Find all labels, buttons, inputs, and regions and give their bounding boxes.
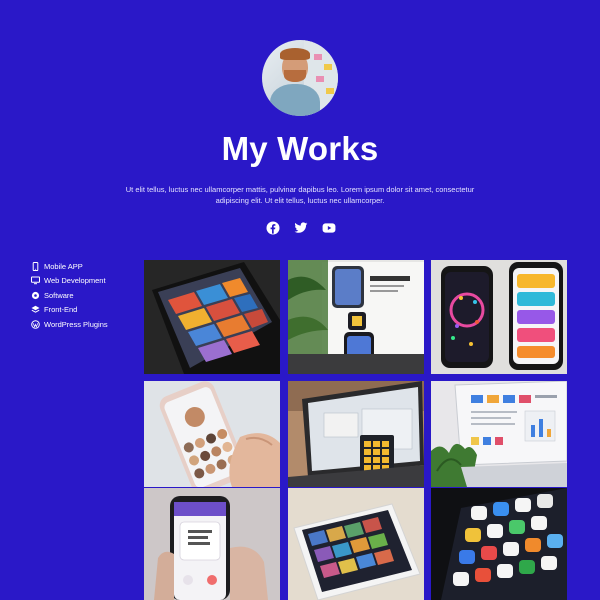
category-label: Mobile APP [44,261,83,271]
category-web-development[interactable]: Web Development [31,274,141,289]
category-filter-list: Mobile APP Web Development Software Fron… [31,259,141,332]
category-label: Web Development [44,276,106,286]
category-software[interactable]: Software [31,288,141,303]
portfolio-item[interactable] [144,381,280,487]
twitter-icon[interactable] [294,221,308,235]
portfolio-item[interactable] [144,260,280,374]
portfolio-item[interactable] [431,488,567,600]
layers-icon [31,305,40,314]
category-label: Front-End [44,305,78,315]
portfolio-item[interactable] [288,260,424,374]
category-label: Software [44,290,74,300]
category-label: WordPress Plugins [44,319,108,329]
category-wordpress-plugins[interactable]: WordPress Plugins [31,317,141,332]
portfolio-grid [144,260,567,600]
portfolio-item[interactable] [144,488,280,600]
portfolio-item[interactable] [431,381,567,487]
portfolio-item[interactable] [288,488,424,600]
social-links [266,221,336,235]
youtube-icon[interactable] [322,221,336,235]
profile-avatar [262,40,338,116]
monitor-icon [31,276,40,285]
category-mobile-app[interactable]: Mobile APP [31,259,141,274]
wordpress-icon [31,319,40,329]
gear-icon [31,291,40,300]
page-title: My Works [221,130,379,167]
facebook-icon[interactable] [266,221,280,235]
category-front-end[interactable]: Front-End [31,303,141,318]
page-description: Ut elit tellus, luctus nec ullamcorper m… [125,185,475,205]
portfolio-item[interactable] [288,381,424,487]
portfolio-item[interactable] [431,260,567,374]
mobile-icon [31,261,40,271]
